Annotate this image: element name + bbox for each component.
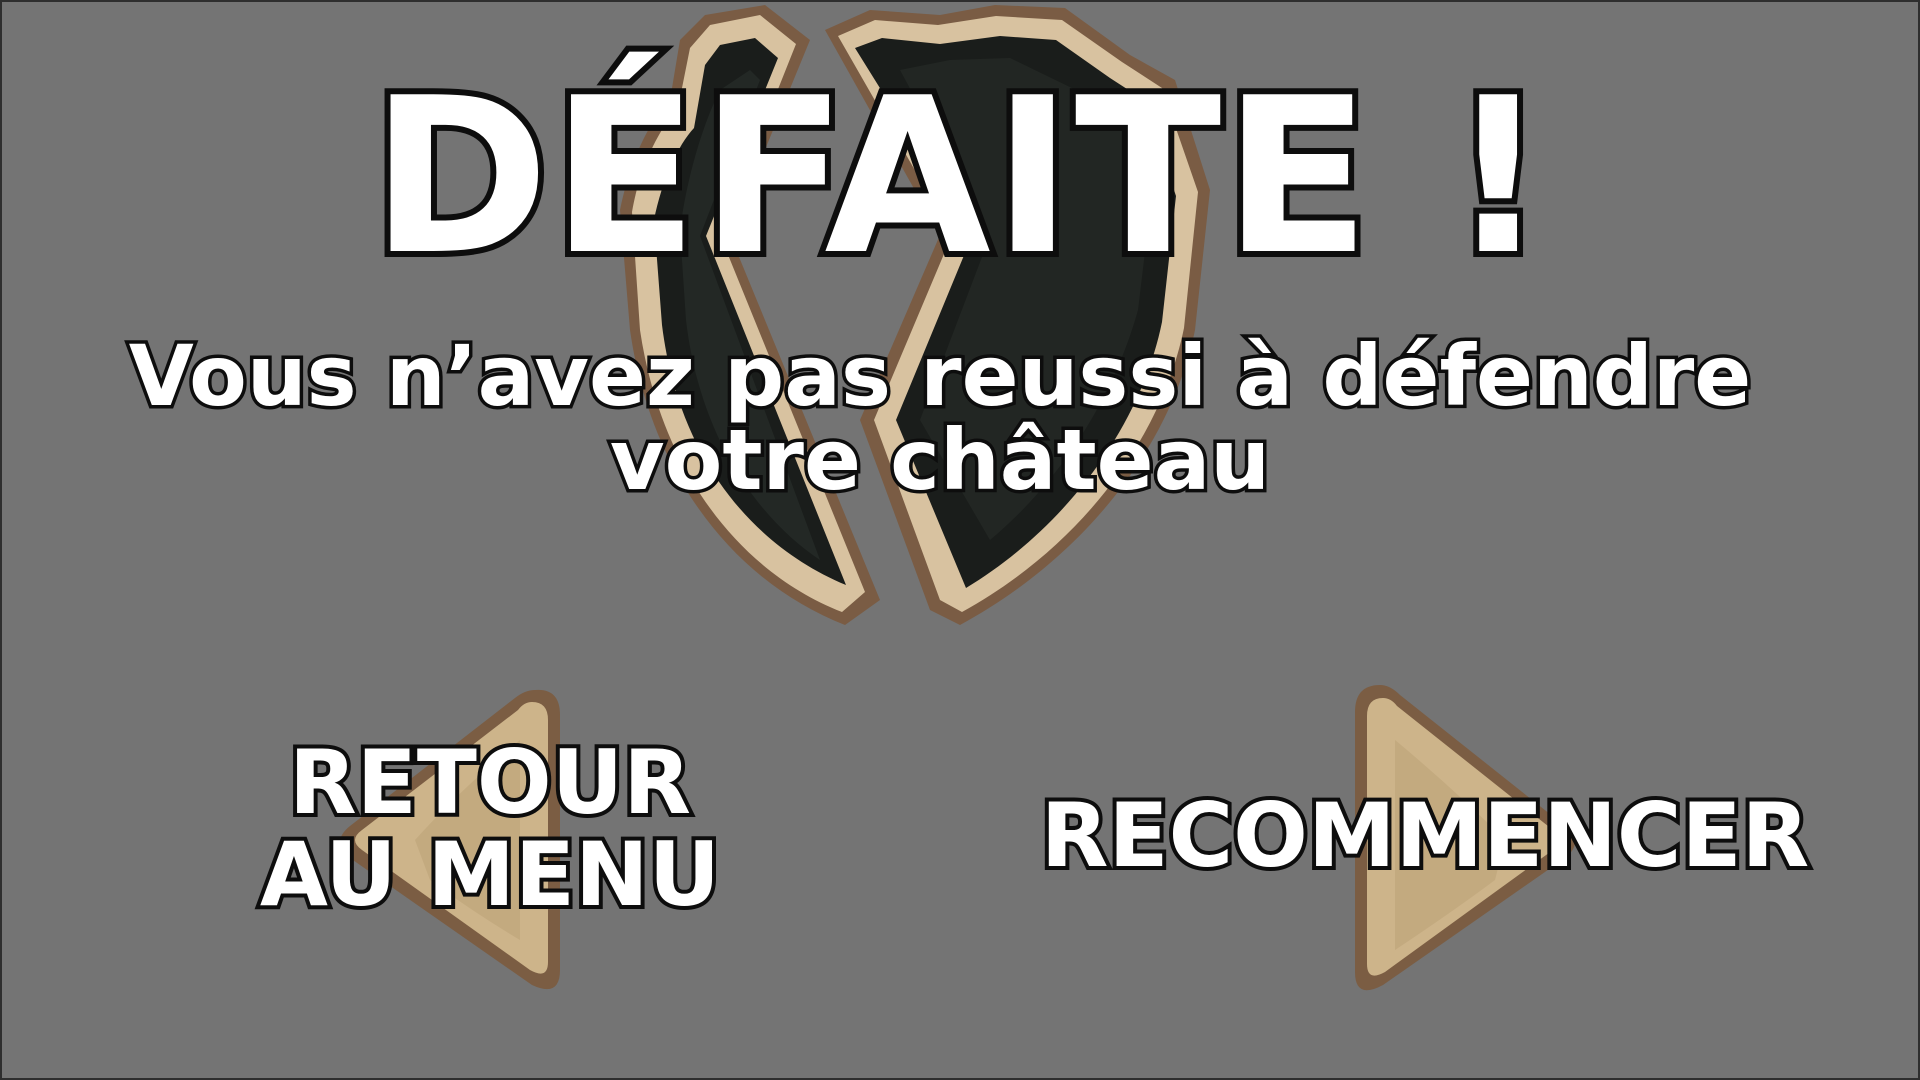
back-to-menu-label: RETOUR AU MENU	[220, 731, 760, 926]
subtitle-line-1: Vous n’avez pas reussi à défendre	[125, 327, 1755, 425]
defeat-subtitle: Vous n’avez pas reussi à défendre votre …	[0, 327, 1880, 509]
back-to-menu-label-line-2: AU MENU	[256, 823, 724, 926]
back-to-menu-label-line-1: RETOUR	[285, 731, 695, 834]
defeat-screen: DÉFAITE ! Vous n’avez pas reussi à défen…	[0, 0, 1920, 1080]
subtitle-line-2: votre château	[606, 411, 1273, 509]
restart-button[interactable]: RECOMMENCER	[980, 680, 1880, 1000]
back-to-menu-button[interactable]: RETOUR AU MENU	[220, 680, 780, 1000]
restart-label: RECOMMENCER	[1037, 784, 1814, 888]
defeat-title: DÉFAITE !	[365, 51, 1553, 302]
